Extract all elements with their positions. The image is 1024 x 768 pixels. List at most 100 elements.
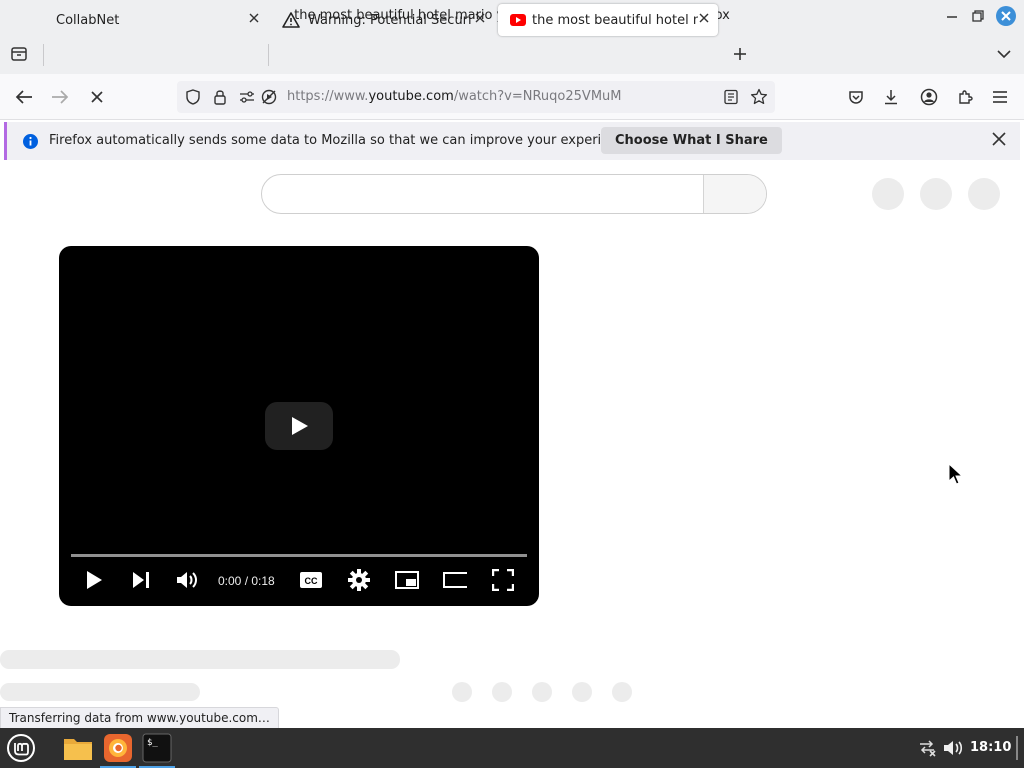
header-placeholder-circle xyxy=(920,178,952,210)
video-progress-bar[interactable] xyxy=(71,554,527,557)
header-placeholder-circle xyxy=(968,178,1000,210)
tab-label: CollabNet xyxy=(56,12,120,28)
next-button[interactable] xyxy=(129,568,153,592)
notification-message: Firefox automatically sends some data to… xyxy=(49,133,637,148)
close-icon xyxy=(475,13,485,23)
navigation-toolbar: https://www.youtube.com/watch?v=NRuqo25V… xyxy=(0,74,1024,120)
firefox-icon xyxy=(104,734,132,762)
list-all-tabs-button[interactable] xyxy=(993,43,1015,65)
closed-captions-icon: CC xyxy=(300,572,322,588)
svg-text:$_: $_ xyxy=(147,738,158,748)
tab-label: the most beautiful hotel mario ytp ever … xyxy=(532,12,698,28)
youtube-search-box[interactable] xyxy=(261,174,767,214)
new-tab-button[interactable] xyxy=(729,43,751,65)
firefox-view-icon xyxy=(11,47,27,61)
theater-mode-icon xyxy=(443,572,467,588)
subtitles-button[interactable]: CC xyxy=(299,568,323,592)
linux-mint-logo-icon xyxy=(7,734,35,762)
network-disconnected-icon[interactable] xyxy=(917,739,937,761)
video-player[interactable]: 0:00 / 0:18 CC xyxy=(59,246,539,606)
channel-placeholder xyxy=(0,683,200,701)
downloads-button[interactable] xyxy=(880,86,902,108)
back-button[interactable] xyxy=(13,86,35,108)
minimize-button[interactable] xyxy=(942,6,962,26)
bookmark-star-icon[interactable] xyxy=(750,88,768,110)
autoplay-blocked-icon[interactable] xyxy=(261,89,277,109)
terminal-app-button[interactable]: $_ xyxy=(139,731,175,768)
settings-button[interactable] xyxy=(347,568,371,592)
stop-icon xyxy=(91,91,103,103)
youtube-page: 0:00 / 0:18 CC xyxy=(0,162,1024,728)
folder-icon xyxy=(64,739,92,760)
tab-close-button[interactable] xyxy=(474,12,486,28)
play-icon xyxy=(87,571,102,589)
miniplayer-button[interactable] xyxy=(395,568,419,592)
show-desktop-button[interactable] xyxy=(1016,736,1018,760)
back-arrow-icon xyxy=(15,90,32,104)
notification-close-button[interactable] xyxy=(992,130,1006,151)
tab-label: Warning: Potential Security Risk Ahead xyxy=(308,12,472,28)
stop-button[interactable] xyxy=(86,86,108,108)
large-play-button[interactable] xyxy=(265,402,333,450)
forward-arrow-icon xyxy=(52,90,69,104)
pocket-button[interactable] xyxy=(845,86,867,108)
play-button[interactable] xyxy=(82,568,106,592)
permissions-icon[interactable] xyxy=(239,89,255,109)
youtube-search-button[interactable] xyxy=(703,175,766,213)
theater-mode-button[interactable] xyxy=(443,568,467,592)
youtube-icon xyxy=(510,14,526,26)
pocket-icon xyxy=(849,91,863,104)
url-text[interactable]: https://www.youtube.com/watch?v=NRuqo25V… xyxy=(287,89,622,104)
fullscreen-icon xyxy=(492,569,514,591)
terminal-icon: $_ xyxy=(142,733,172,763)
close-window-button[interactable] xyxy=(996,6,1016,26)
reader-view-icon[interactable] xyxy=(723,89,739,109)
tab-collabnet[interactable]: CollabNet xyxy=(44,4,268,36)
gear-icon xyxy=(348,569,370,591)
close-icon xyxy=(699,13,709,23)
forward-button[interactable] xyxy=(49,86,71,108)
tab-separator xyxy=(268,44,269,66)
account-button[interactable] xyxy=(918,86,940,108)
chevron-down-icon xyxy=(997,50,1011,59)
lock-icon[interactable] xyxy=(213,88,227,110)
url-prefix: https://www. xyxy=(287,89,369,104)
download-icon xyxy=(885,90,897,105)
status-panel: Transferring data from www.youtube.com… xyxy=(0,707,279,729)
skip-next-icon xyxy=(133,572,149,588)
firefox-view-button[interactable] xyxy=(8,43,30,65)
tab-separator xyxy=(43,44,44,66)
url-path: /watch?v=NRuqo25VMuM xyxy=(453,89,622,104)
files-app-button[interactable] xyxy=(60,731,96,765)
action-placeholder-circle xyxy=(532,682,552,702)
clock[interactable]: 18:10 xyxy=(970,740,1011,755)
choose-what-i-share-button[interactable]: Choose What I Share xyxy=(601,127,782,154)
volume-icon xyxy=(177,572,197,588)
close-icon xyxy=(992,132,1006,146)
tab-close-button[interactable] xyxy=(248,12,260,28)
tracking-protection-shield-icon[interactable] xyxy=(185,89,201,109)
action-placeholder-circle xyxy=(452,682,472,702)
tab-close-button[interactable] xyxy=(698,12,710,28)
puzzle-piece-icon xyxy=(959,90,973,104)
fullscreen-button[interactable] xyxy=(491,568,515,592)
firefox-app-button[interactable] xyxy=(100,731,136,768)
tab-security-warning[interactable]: Warning: Potential Security Risk Ahead xyxy=(270,4,494,36)
play-icon xyxy=(292,417,308,435)
title-placeholder xyxy=(0,650,400,669)
start-menu-button[interactable] xyxy=(3,731,39,765)
close-icon xyxy=(1001,11,1011,21)
data-reporting-notification: Firefox automatically sends some data to… xyxy=(4,122,1020,160)
extensions-button[interactable] xyxy=(954,86,976,108)
minimize-icon xyxy=(947,16,957,18)
application-menu-button[interactable] xyxy=(989,86,1011,108)
url-bar[interactable]: https://www.youtube.com/watch?v=NRuqo25V… xyxy=(177,81,775,113)
tab-youtube[interactable]: the most beautiful hotel mario ytp ever … xyxy=(498,4,718,36)
miniplayer-icon xyxy=(395,571,419,589)
maximize-button[interactable] xyxy=(968,6,988,26)
svg-text:CC: CC xyxy=(305,576,318,586)
mute-button[interactable] xyxy=(175,568,199,592)
restore-icon xyxy=(972,10,984,22)
mouse-cursor-icon xyxy=(946,462,966,492)
volume-icon[interactable] xyxy=(943,739,963,761)
